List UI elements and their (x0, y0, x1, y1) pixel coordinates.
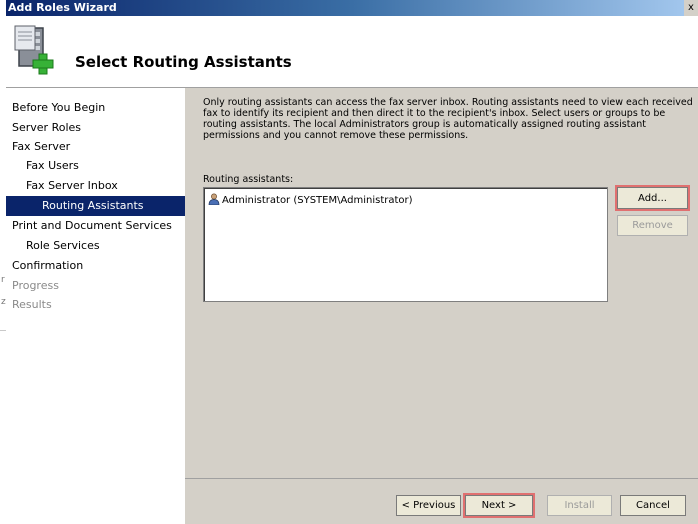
wizard-step-nav: Before You Begin Server Roles Fax Server… (6, 88, 185, 523)
install-button[interactable]: Install (547, 495, 612, 516)
background-window-fragment: r (1, 275, 5, 285)
add-button[interactable]: Add... (617, 187, 688, 209)
previous-button[interactable]: < Previous (396, 495, 461, 516)
cancel-button[interactable]: Cancel (620, 495, 686, 516)
nav-item-before-you-begin[interactable]: Before You Begin (6, 98, 185, 118)
nav-item-fax-server-inbox[interactable]: Fax Server Inbox (6, 176, 185, 196)
nav-item-results: Results (12, 298, 52, 311)
nav-item-fax-server[interactable]: Fax Server (6, 137, 185, 157)
nav-item-server-roles[interactable]: Server Roles (6, 118, 185, 138)
nav-item-routing-assistants[interactable]: Routing Assistants (6, 196, 185, 216)
list-item[interactable]: Administrator (SYSTEM\Administrator) (208, 193, 413, 207)
wizard-content: Only routing assistants can access the f… (185, 88, 698, 478)
routing-assistants-label: Routing assistants: (203, 174, 294, 185)
page-title: Select Routing Assistants (75, 53, 292, 71)
close-button[interactable]: x (684, 0, 698, 16)
nav-item-progress: Progress (12, 279, 59, 292)
wizard-header: Select Routing Assistants (6, 16, 698, 88)
window-title: Add Roles Wizard (8, 1, 117, 14)
wizard-footer: < Previous Next > Install Cancel (185, 478, 698, 524)
nav-item-fax-users[interactable]: Fax Users (6, 156, 185, 176)
next-button[interactable]: Next > (465, 495, 533, 516)
description-text: Only routing assistants can access the f… (203, 97, 693, 141)
nav-item-confirmation[interactable]: Confirmation (6, 256, 185, 276)
nav-item-print-and-document-services[interactable]: Print and Document Services (6, 216, 185, 236)
nav-item-role-services[interactable]: Role Services (6, 236, 185, 256)
title-bar: Add Roles Wizard x (6, 0, 698, 16)
assistant-name: Administrator (SYSTEM\Administrator) (222, 195, 413, 206)
remove-button[interactable]: Remove (617, 215, 688, 236)
add-roles-wizard-window: Add Roles Wizard x Select Routing Assist… (6, 0, 698, 524)
server-roles-add-icon (14, 25, 54, 75)
user-icon (208, 193, 220, 205)
routing-assistants-list[interactable]: Administrator (SYSTEM\Administrator) (203, 187, 608, 302)
